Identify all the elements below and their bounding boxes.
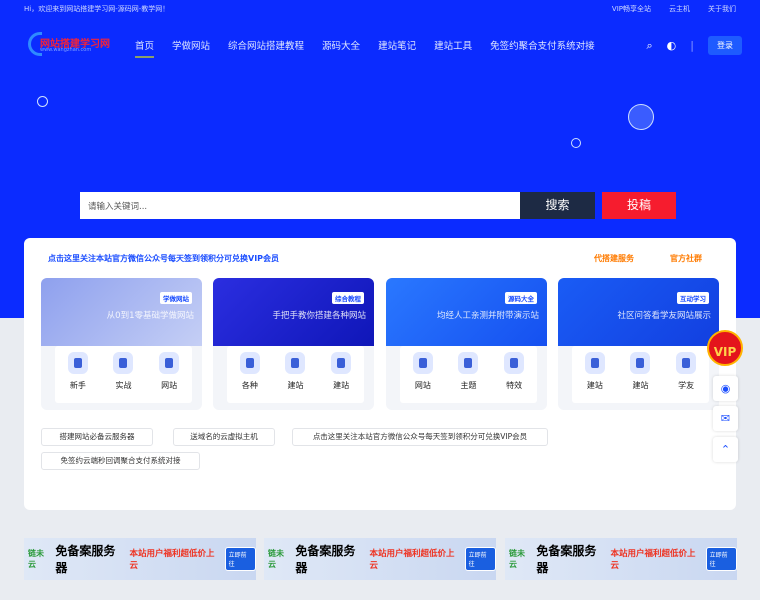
- beginner-icon: [67, 352, 88, 374]
- feature-card[interactable]: 互动学习 社区问答看学友网站展示 建站 建站 学友: [558, 278, 719, 410]
- top-bar: Hi，欢迎来到网站搭建学习网-源码网-教学网！ VIP畅享全站 云主机 关于我们: [0, 0, 760, 18]
- card-item[interactable]: 网站: [159, 352, 180, 403]
- quick-link[interactable]: 免签约云端秒回调聚合支付系统对接: [41, 452, 200, 470]
- tutorial-icon: [331, 352, 352, 374]
- ad-banner[interactable]: 链未云 免备案服务器 本站用户福利超低价上云 立即前往: [24, 538, 256, 580]
- card-item[interactable]: 新手: [67, 352, 88, 403]
- source-icon: [504, 352, 525, 374]
- build-service-link[interactable]: 代搭建服务: [594, 253, 634, 264]
- decor-circle: [628, 104, 654, 130]
- source-icon: [412, 352, 433, 374]
- card-item[interactable]: 主题: [458, 352, 479, 403]
- card-item[interactable]: 各种: [239, 352, 260, 403]
- monitor-icon: [159, 352, 180, 374]
- wechat-icon[interactable]: ✉: [713, 406, 738, 431]
- nav-home[interactable]: 首页: [135, 38, 155, 58]
- site-logo[interactable]: 网站搭建学习网 www.wangzhan.com: [28, 32, 110, 56]
- practice-icon: [113, 352, 134, 374]
- nav-item[interactable]: 建站工具: [434, 38, 472, 52]
- community-link[interactable]: 官方社群: [670, 253, 702, 264]
- tutorial-icon: [285, 352, 306, 374]
- ad-banner[interactable]: 链未云 免备案服务器 本站用户福利超低价上云 立即前往: [264, 538, 496, 580]
- source-icon: [458, 352, 479, 374]
- main-nav: 首页 学做网站 综合网站搭建教程 源码大全 建站笔记 建站工具 免签约聚合支付系…: [135, 38, 613, 58]
- wechat-notice-link[interactable]: 点击这里关注本站官方微信公众号每天签到领积分可兑换VIP会员: [48, 253, 279, 264]
- vip-link[interactable]: VIP畅享全站: [612, 4, 651, 14]
- cloud-host-link[interactable]: 云主机: [669, 4, 690, 14]
- card-item[interactable]: 建站: [285, 352, 306, 403]
- support-icon[interactable]: ◉: [713, 376, 738, 401]
- card-item[interactable]: 特效: [504, 352, 525, 403]
- globe-icon: [676, 352, 697, 374]
- nav-item[interactable]: 建站笔记: [378, 38, 416, 52]
- vip-badge[interactable]: VIP: [707, 330, 743, 366]
- main-panel: 点击这里关注本站官方微信公众号每天签到领积分可兑换VIP会员 代搭建服务 官方社…: [24, 238, 736, 510]
- nav-item[interactable]: 学做网站: [172, 38, 210, 52]
- nav-item[interactable]: 综合网站搭建教程: [228, 38, 304, 52]
- nav-item[interactable]: 源码大全: [322, 38, 360, 52]
- welcome-text: Hi，欢迎来到网站搭建学习网-源码网-教学网！: [24, 5, 170, 13]
- back-to-top-icon[interactable]: ⌃: [713, 437, 738, 462]
- decor-circle: [37, 96, 48, 107]
- feature-card[interactable]: 学做网站 从0到1零基础学做网站 新手 实战 网站: [41, 278, 202, 410]
- card-item[interactable]: 学友: [676, 352, 697, 403]
- quick-link[interactable]: 搭建网站必备云服务器: [41, 428, 153, 446]
- community-icon: [630, 352, 651, 374]
- header: 网站搭建学习网 www.wangzhan.com 首页 学做网站 综合网站搭建教…: [0, 26, 760, 66]
- card-item[interactable]: 建站: [584, 352, 605, 403]
- divider: |: [690, 39, 694, 52]
- feature-card[interactable]: 源码大全 均经人工亲测并附带演示站 网站 主题 特效: [386, 278, 547, 410]
- card-item[interactable]: 建站: [331, 352, 352, 403]
- submit-post-button[interactable]: 投稿: [602, 192, 676, 219]
- theme-toggle-icon[interactable]: ◐: [667, 39, 677, 52]
- search-icon[interactable]: ⌕: [647, 39, 653, 53]
- search-button[interactable]: 搜索: [520, 192, 595, 219]
- community-icon: [584, 352, 605, 374]
- tutorial-icon: [239, 352, 260, 374]
- quick-link[interactable]: 点击这里关注本站官方微信公众号每天签到领积分可兑换VIP会员: [292, 428, 548, 446]
- card-item[interactable]: 网站: [412, 352, 433, 403]
- ad-banner[interactable]: 链未云 免备案服务器 本站用户福利超低价上云 立即前往: [505, 538, 737, 580]
- about-link[interactable]: 关于我们: [708, 4, 736, 14]
- feature-card[interactable]: 综合教程 手把手教你搭建各种网站 各种 建站 建站: [213, 278, 374, 410]
- search-input[interactable]: 请输入关键词...: [80, 192, 520, 219]
- nav-item[interactable]: 免签约聚合支付系统对接: [490, 38, 595, 52]
- login-button[interactable]: 登录: [708, 36, 742, 55]
- card-item[interactable]: 实战: [113, 352, 134, 403]
- decor-circle: [571, 138, 581, 148]
- card-item[interactable]: 建站: [630, 352, 651, 403]
- quick-link[interactable]: 送域名的云虚拟主机: [173, 428, 275, 446]
